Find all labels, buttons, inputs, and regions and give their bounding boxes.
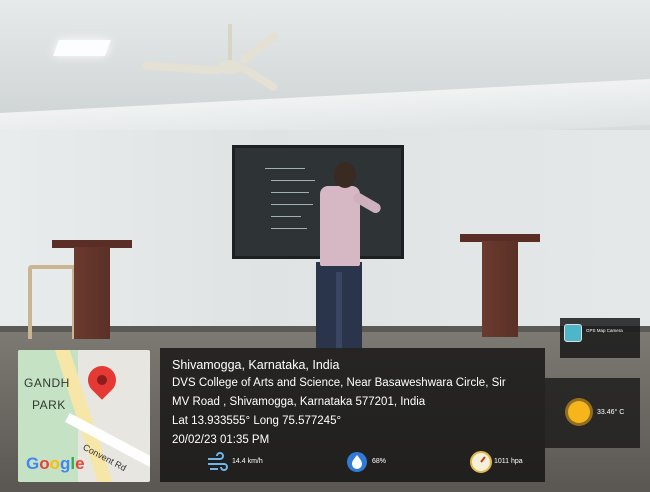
temperature-value: 33.46° C	[597, 409, 625, 416]
humidity-icon	[347, 452, 367, 472]
app-name: GPS Map Camera	[586, 328, 623, 333]
wind-value: 14.4 km/h	[232, 458, 263, 465]
gps-camera-logo-icon	[564, 324, 582, 342]
humidity-value: 68%	[372, 458, 387, 465]
address-line-2: MV Road , Shivamogga, Karnataka 577201, …	[172, 396, 426, 408]
location-pin-icon	[82, 360, 122, 400]
google-logo-letter: G	[26, 454, 40, 473]
temperature-panel	[545, 378, 640, 448]
google-logo-letter: o	[49, 454, 61, 473]
app-badge: GPS Map Camera	[560, 318, 640, 358]
podium-right	[482, 241, 518, 337]
sun-icon	[568, 401, 590, 423]
person-head	[334, 162, 356, 188]
smart-board	[232, 145, 404, 259]
ceiling-light	[53, 40, 111, 56]
google-logo-letter: e	[75, 454, 85, 473]
fan-rod	[228, 24, 232, 64]
google-logo-letter: g	[60, 454, 71, 473]
person-legs	[316, 262, 362, 348]
map-place-label: GANDH	[24, 376, 70, 390]
coordinates: Lat 13.933555° Long 75.577245°	[172, 415, 342, 427]
pressure-value: 1011 hpa	[494, 458, 523, 465]
location-info-panel: Shivamogga, Karnataka, India DVS College…	[160, 348, 545, 482]
map-thumbnail: GANDH PARK Convent Rd Google	[18, 350, 150, 482]
google-logo: Google	[26, 454, 85, 474]
pressure-gauge-icon	[470, 451, 492, 473]
google-logo-letter: o	[39, 454, 50, 473]
chair	[28, 265, 76, 339]
map-place-label: PARK	[32, 398, 66, 412]
location-title: Shivamogga, Karnataka, India	[172, 358, 340, 372]
wind-icon	[208, 452, 228, 471]
podium-left	[74, 247, 110, 339]
datetime: 20/02/23 01:35 PM	[172, 434, 270, 446]
address-line-1: DVS College of Arts and Science, Near Ba…	[172, 377, 506, 389]
